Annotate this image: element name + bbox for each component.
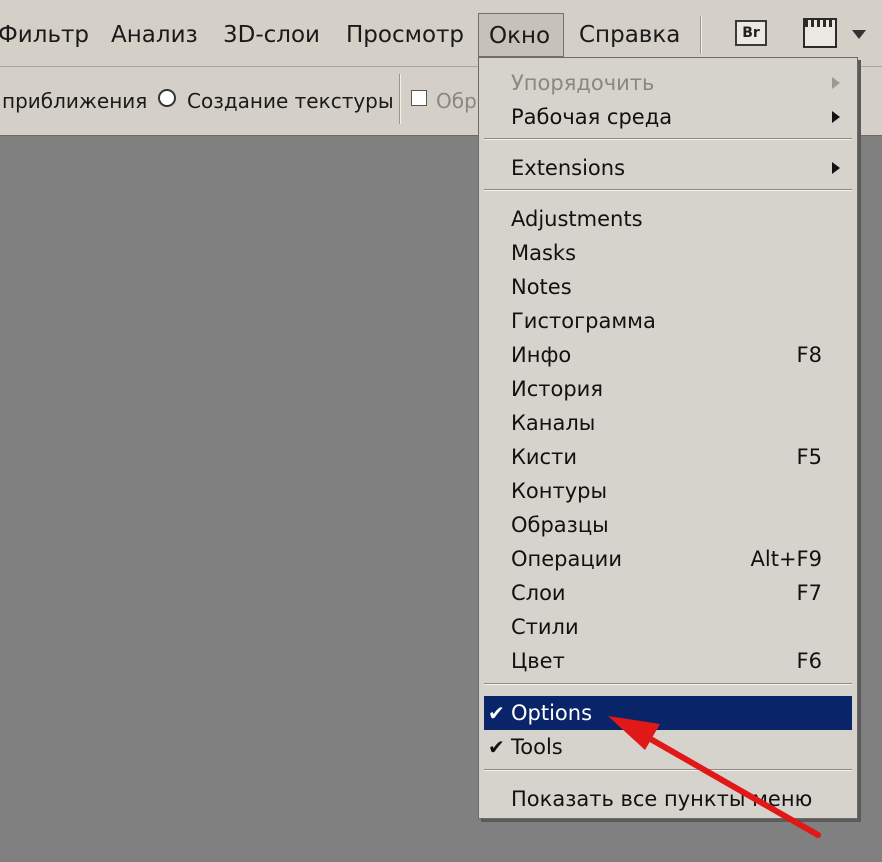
annotation-arrow [608, 716, 821, 838]
